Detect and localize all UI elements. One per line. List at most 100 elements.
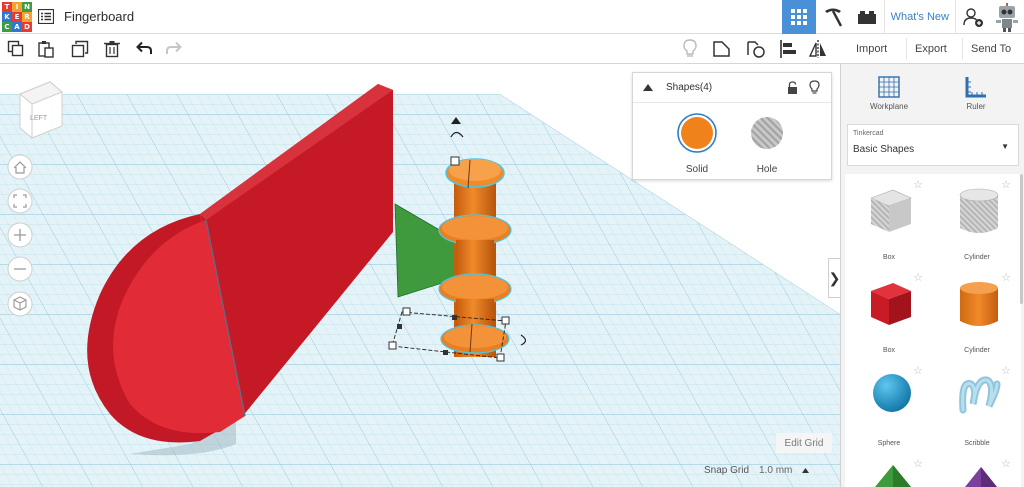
shape-label: Box <box>882 347 896 354</box>
edit-grid-button[interactable]: Edit Grid <box>776 433 832 453</box>
hole-option[interactable]: Hole <box>737 113 797 175</box>
ortho-view-button[interactable] <box>7 291 33 317</box>
send-to-button[interactable]: Send To <box>962 38 1019 60</box>
resize-handle[interactable] <box>397 324 402 329</box>
align-icon <box>780 40 796 58</box>
favorite-star-icon[interactable]: ☆ <box>1001 364 1011 377</box>
lightbulb-icon <box>683 39 697 57</box>
favorite-star-icon[interactable]: ☆ <box>1001 178 1011 191</box>
group-button[interactable] <box>712 39 732 59</box>
inspector-title: Shapes(4) <box>666 82 713 93</box>
cone-icon <box>965 467 997 487</box>
bricks-view-button[interactable] <box>850 0 884 34</box>
mirror-button[interactable] <box>808 39 828 59</box>
ruler-label: Ruler <box>966 102 986 111</box>
ruler-tool[interactable]: Ruler <box>941 74 1011 111</box>
logo-letter: A <box>12 22 22 32</box>
library-source: Tinkercad <box>853 130 884 137</box>
snap-grid-control[interactable]: Snap Grid 1.0 mm <box>704 460 810 480</box>
add-collaborator-button[interactable] <box>956 0 990 34</box>
resize-handle[interactable] <box>496 353 505 362</box>
chevron-right-icon: ❯ <box>828 269 841 286</box>
view-cube-label: LEFT <box>30 115 48 122</box>
resize-handle[interactable] <box>443 350 448 355</box>
tinkercad-logo[interactable]: TINKERCAD <box>2 2 32 32</box>
visibility-bulb-icon[interactable] <box>809 80 820 95</box>
delete-button[interactable] <box>102 39 122 59</box>
favorite-star-icon[interactable]: ☆ <box>1001 271 1011 284</box>
design-list-icon[interactable] <box>37 8 55 25</box>
align-button[interactable] <box>778 39 798 59</box>
paste-button[interactable] <box>36 39 56 59</box>
export-button[interactable]: Export <box>906 38 955 60</box>
user-avatar[interactable] <box>990 0 1024 34</box>
resize-handle[interactable] <box>388 341 397 350</box>
shape-label: Box <box>882 254 896 261</box>
resize-handle[interactable] <box>450 156 460 166</box>
duplicate-button[interactable] <box>70 39 90 59</box>
minecraft-view-button[interactable] <box>816 0 850 34</box>
shape-tile-box[interactable]: ☆ Box <box>845 267 933 360</box>
ruler-icon <box>965 77 986 98</box>
zoom-in-button[interactable] <box>7 222 33 248</box>
library-name: Basic Shapes <box>853 144 915 155</box>
panel-collapse-tab[interactable]: ❯ <box>828 258 840 298</box>
fit-view-button[interactable] <box>7 188 33 214</box>
shape-label: Cylinder <box>964 347 990 354</box>
panel-scrollbar[interactable] <box>1020 174 1023 304</box>
resize-handle[interactable] <box>501 316 510 325</box>
shape-tile-pyramid[interactable]: ☆ <box>845 453 933 487</box>
hole-swatch-icon <box>751 117 783 149</box>
sphere-icon <box>873 374 911 412</box>
redo-button[interactable] <box>164 39 184 59</box>
workplane-label: Workplane <box>869 102 909 111</box>
shape-tile-scribble[interactable]: ☆ Scribble <box>933 360 1021 453</box>
undo-button[interactable] <box>134 39 154 59</box>
lock-icon[interactable] <box>787 81 798 95</box>
import-button[interactable]: Import <box>848 38 895 60</box>
logo-letter: E <box>12 12 22 22</box>
workplane-tool[interactable]: Workplane <box>854 74 924 111</box>
logo-letter: N <box>22 2 32 12</box>
shape-tile-box-hole[interactable]: ☆ Box <box>845 174 933 267</box>
hole-label: Hole <box>756 164 778 175</box>
top-bar: TINKERCAD Fingerboard What's New <box>0 0 1024 34</box>
box-icon <box>871 283 911 325</box>
home-view-button[interactable] <box>7 154 33 180</box>
document-title[interactable]: Fingerboard <box>64 9 134 24</box>
ungroup-button[interactable] <box>746 39 766 59</box>
trash-icon <box>104 41 120 58</box>
logo-letter: R <box>22 12 32 22</box>
dropdown-caret-icon: ▼ <box>1001 142 1009 151</box>
zoom-out-button[interactable] <box>7 256 33 282</box>
logo-letter: T <box>2 2 12 12</box>
shape-tile-cylinder-hole[interactable]: ☆ Cylinder <box>933 174 1021 267</box>
whats-new-link[interactable]: What's New <box>883 0 956 34</box>
resize-handle[interactable] <box>452 315 457 320</box>
show-all-button[interactable] <box>680 39 700 59</box>
pickaxe-icon <box>824 8 842 27</box>
edit-toolbar: Import Export Send To <box>0 34 1024 64</box>
shape-label: Scribble <box>964 440 990 447</box>
solid-option[interactable]: Solid <box>667 113 727 175</box>
resize-handle[interactable] <box>402 307 411 316</box>
copy-button[interactable] <box>6 39 26 59</box>
paste-icon <box>38 41 54 58</box>
shape-label: Cylinder <box>964 254 990 261</box>
favorite-star-icon[interactable]: ☆ <box>1001 457 1011 470</box>
snap-up-caret-icon[interactable] <box>802 467 810 473</box>
grid-view-icon <box>790 9 807 25</box>
favorite-star-icon[interactable]: ☆ <box>913 178 923 191</box>
shape-library-select[interactable]: Tinkercad Basic Shapes ▼ <box>847 124 1019 166</box>
shape-tile-sphere[interactable]: ☆ Sphere <box>845 360 933 453</box>
3d-view-button[interactable] <box>781 0 816 34</box>
favorite-star-icon[interactable]: ☆ <box>913 364 923 377</box>
shape-tile-cone[interactable]: ☆ <box>933 453 1021 487</box>
favorite-star-icon[interactable]: ☆ <box>913 271 923 284</box>
shape-tile-cylinder[interactable]: ☆ Cylinder <box>933 267 1021 360</box>
collapse-caret-icon[interactable] <box>643 84 653 91</box>
solid-swatch-icon <box>677 113 717 153</box>
snap-grid-value[interactable]: 1.0 mm <box>759 465 792 476</box>
logo-letter: C <box>2 22 12 32</box>
favorite-star-icon[interactable]: ☆ <box>913 457 923 470</box>
